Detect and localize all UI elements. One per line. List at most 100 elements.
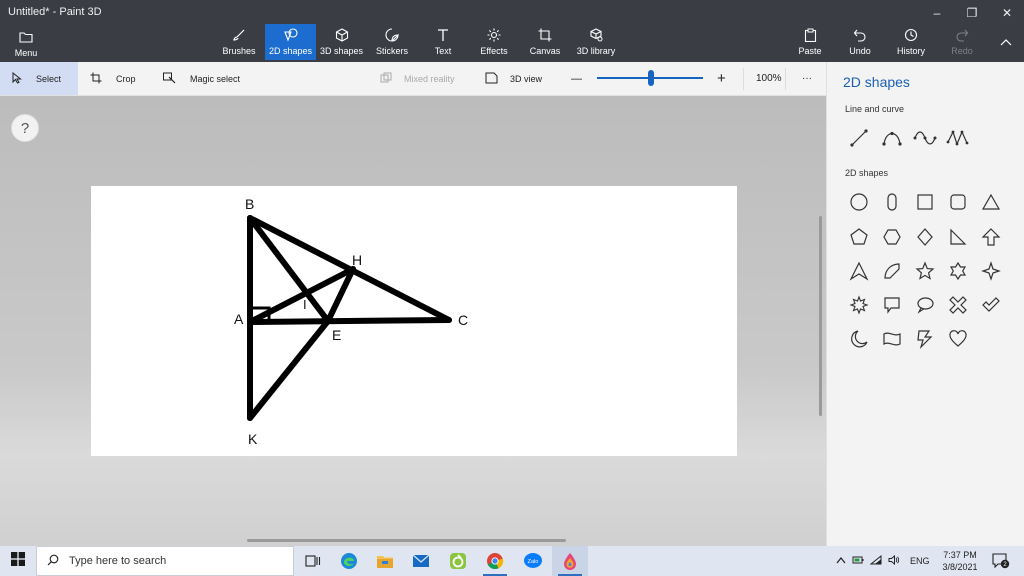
mixed-reality-button[interactable]: Mixed reality — [380, 62, 455, 95]
tool-text[interactable]: Text — [430, 24, 456, 60]
chrome-icon[interactable] — [477, 546, 513, 576]
close-button[interactable]: ✕ — [990, 2, 1024, 24]
triangle-icon[interactable] — [977, 188, 1005, 216]
quarter-circle-icon[interactable] — [878, 257, 906, 285]
segment-KE — [247, 318, 331, 421]
vertical-scrollbar[interactable] — [819, 216, 822, 416]
hexagon-icon[interactable] — [878, 223, 906, 251]
clock[interactable]: 7:37 PM 3/8/2021 — [936, 549, 984, 573]
magic-select-icon — [163, 72, 176, 86]
app-green-icon[interactable] — [440, 546, 476, 576]
heart-icon[interactable] — [944, 325, 972, 353]
cursor-icon — [12, 71, 22, 86]
star4-icon[interactable] — [977, 257, 1005, 285]
section-label-line-curve: Line and curve — [845, 104, 905, 114]
zalo-icon[interactable]: Zalo — [515, 546, 551, 576]
label-K: K — [248, 431, 258, 447]
help-button[interactable]: ? — [11, 114, 39, 142]
notification-center-button[interactable]: 2 — [992, 553, 1010, 569]
windows-icon — [11, 551, 25, 571]
edge-icon[interactable] — [331, 546, 367, 576]
cross-icon[interactable] — [944, 291, 972, 319]
minimize-button[interactable]: – — [920, 2, 954, 24]
star5-icon[interactable] — [911, 257, 939, 285]
drawing-canvas[interactable]: B H I A E C K — [91, 186, 737, 456]
capsule-icon[interactable] — [878, 188, 906, 216]
undo-button[interactable]: Undo — [848, 24, 872, 60]
zoom-out-button[interactable]: — — [571, 62, 582, 95]
2d-shapes-icon — [283, 26, 299, 44]
zoom-level[interactable]: 100% — [756, 62, 782, 95]
history-button[interactable]: History — [896, 24, 926, 60]
pentagon-icon[interactable] — [845, 223, 873, 251]
moon-icon[interactable] — [845, 325, 873, 353]
curve-icon[interactable] — [878, 124, 906, 152]
arrowhead-icon[interactable] — [845, 257, 873, 285]
3d-view-button[interactable]: 3D view — [485, 62, 542, 95]
segment-BE — [247, 215, 331, 324]
diamond-icon[interactable] — [911, 223, 939, 251]
task-view-icon[interactable] — [295, 546, 331, 576]
cube-icon — [335, 26, 349, 44]
right-triangle-icon[interactable] — [944, 223, 972, 251]
tool-3d-library[interactable]: 3D library — [575, 24, 617, 60]
file-explorer-icon[interactable] — [367, 546, 403, 576]
more-options-button[interactable]: ··· — [802, 62, 812, 95]
label-C: C — [458, 312, 468, 328]
tool-3d-shapes[interactable]: 3D shapes — [320, 24, 363, 60]
banner-icon[interactable] — [878, 325, 906, 353]
paste-button[interactable]: Paste — [798, 24, 822, 60]
menu-button[interactable]: Menu — [6, 26, 46, 60]
ribbon: Untitled* - Paint 3D – ❐ ✕ Menu Brushes … — [0, 0, 1024, 62]
polyline-icon[interactable] — [944, 124, 972, 152]
chevron-up-icon[interactable] — [836, 556, 846, 566]
language-indicator[interactable]: ENG — [910, 556, 930, 566]
tool-label: Canvas — [529, 46, 561, 56]
magic-select-button[interactable]: Magic select — [163, 62, 240, 95]
battery-icon[interactable] — [852, 555, 864, 567]
line-icon[interactable] — [845, 124, 873, 152]
tool-effects[interactable]: Effects — [479, 24, 509, 60]
select-button[interactable]: Select — [0, 62, 78, 95]
label-I: I — [303, 297, 307, 312]
sticker-icon — [385, 26, 399, 44]
paste-icon — [804, 26, 817, 44]
speech-rect-icon[interactable] — [878, 291, 906, 319]
wave-curve-icon[interactable] — [911, 124, 939, 152]
zoom-slider-thumb[interactable] — [648, 70, 654, 86]
collapse-ribbon-button[interactable] — [996, 34, 1016, 50]
mail-icon[interactable] — [403, 546, 439, 576]
search-placeholder: Type here to search — [69, 555, 167, 567]
speaker-icon[interactable] — [888, 554, 900, 567]
clock-date: 3/8/2021 — [942, 562, 978, 572]
burst-icon[interactable] — [845, 291, 873, 319]
tool-2d-shapes[interactable]: 2D shapes — [265, 24, 316, 60]
zoom-in-button[interactable]: + — [717, 62, 726, 95]
tool-brushes[interactable]: Brushes — [219, 24, 259, 60]
rounded-square-icon[interactable] — [944, 188, 972, 216]
start-button[interactable] — [0, 546, 36, 576]
redo-button[interactable]: Redo — [950, 24, 974, 60]
lightning-icon[interactable] — [911, 325, 939, 353]
tool-canvas[interactable]: Canvas — [529, 24, 561, 60]
window-title: Untitled* - Paint 3D — [8, 6, 102, 18]
3d-view-label: 3D view — [510, 73, 543, 84]
paint3d-icon[interactable] — [552, 546, 588, 576]
shapes-panel: 2D shapes Line and curve 2D shapes — [826, 62, 1024, 546]
action-label: Redo — [951, 46, 973, 56]
wifi-icon[interactable] — [869, 554, 882, 567]
speech-oval-icon[interactable] — [911, 291, 939, 319]
redo-icon — [955, 26, 969, 44]
arrow-up-icon[interactable] — [977, 223, 1005, 251]
mixed-reality-icon — [380, 72, 392, 86]
crop-button[interactable]: Crop — [90, 62, 136, 95]
square-icon[interactable] — [911, 188, 939, 216]
horizontal-scrollbar[interactable] — [247, 539, 566, 542]
taskbar-search-box[interactable]: Type here to search — [36, 546, 294, 576]
check-icon[interactable] — [977, 291, 1005, 319]
maximize-button[interactable]: ❐ — [955, 2, 989, 24]
circle-icon[interactable] — [845, 188, 873, 216]
tool-stickers[interactable]: Stickers — [373, 24, 411, 60]
star6-icon[interactable] — [944, 257, 972, 285]
tool-label: Text — [434, 46, 452, 56]
